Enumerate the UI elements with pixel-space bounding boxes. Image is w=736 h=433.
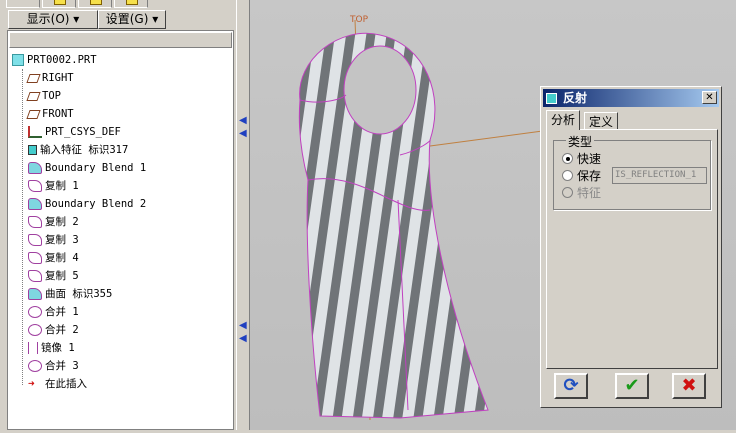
cancel-button[interactable]: ✖ [672,373,706,399]
tree-item-label: 复制 1 [45,180,79,192]
tree-item[interactable]: 复制 4 [28,249,79,267]
tree-item-label: 复制 5 [45,270,79,282]
tree-item[interactable]: 合并 1 [28,303,79,321]
tree-item-label: RIGHT [42,72,74,84]
tree-item-label: 镜像 1 [41,342,75,354]
tree-item[interactable]: TOP [26,87,61,105]
name-field: IS_REFLECTION_1 [612,167,707,184]
tree-item-label: FRONT [42,108,74,120]
tree-item[interactable]: 合并 3 [28,357,79,375]
radio-quick[interactable]: 快速 [562,151,601,167]
import-feature-icon [28,145,37,155]
tab-favorites[interactable] [78,0,112,8]
tree-item[interactable]: 复制 3 [28,231,79,249]
merge-icon [28,324,42,336]
tree-item[interactable]: 复制 1 [28,177,79,195]
tree-item-label: 输入特征 标识317 [40,144,129,156]
tree-item-label: 合并 1 [45,306,79,318]
tree-root-label: PRT0002.PRT [27,54,97,66]
copy-icon [28,252,42,264]
tree-item-label: Boundary Blend 2 [45,198,147,210]
panel-splitter[interactable]: ◀ ◀ ◀ ◀ [236,0,250,430]
tree-item-label: Boundary Blend 1 [45,162,147,174]
tree-item-label: 复制 3 [45,234,79,246]
close-button[interactable]: ✕ [702,91,717,104]
boundary-blend-icon [28,162,42,174]
tab-analysis[interactable]: 分析 [546,110,581,130]
tree-item-label: 合并 2 [45,324,79,336]
analysis-panel: 类型 快速 保存 特征 IS_REFLECTION_1 [546,129,718,369]
tree-item[interactable]: PRT_CSYS_DEF [28,123,121,141]
dialog-icon [546,93,557,104]
tree-item-label: 复制 2 [45,216,79,228]
tab-definition[interactable]: 定义 [584,112,619,130]
merge-icon [28,306,42,318]
tree-item[interactable]: Boundary Blend 1 [28,159,146,177]
tree-item[interactable]: 合并 2 [28,321,79,339]
collapse-left-icon[interactable]: ◀ [239,115,247,126]
folder-icon [54,0,66,5]
tree-item-label: 合并 3 [45,360,79,372]
model-tree-panel: 显示(O) ▾ 设置(G) ▾ PRT0002.PRT RIGHT TOP FRON… [0,0,236,430]
radio-save[interactable]: 保存 [562,168,601,184]
dialog-title: 反射 [563,91,588,105]
settings-menu-button[interactable]: 设置(G) ▾ [98,10,166,29]
type-group-label: 类型 [566,133,595,150]
insert-here-arrow-icon: ➜ [28,377,35,390]
tree-item[interactable]: 曲面 标识355 [28,285,112,303]
tab-folder[interactable] [42,0,76,8]
tree-item-label: TOP [42,90,61,102]
tree-root[interactable]: PRT0002.PRT [12,51,97,69]
tree-item-label: 在此插入 [45,378,87,390]
tree-item-label: PRT_CSYS_DEF [45,126,121,138]
copy-icon [28,270,42,282]
folder-edit-icon [126,0,138,5]
dialog-titlebar: 反射 ✕ [543,89,719,107]
copy-icon [28,216,42,228]
boundary-blend-icon [28,198,42,210]
tree-item[interactable]: FRONT [26,105,74,123]
tab-model-tree[interactable] [6,0,40,8]
tree-item[interactable]: RIGHT [26,69,74,87]
tree-item[interactable]: ➜ 在此插入 [28,375,87,393]
reflection-dialog: 反射 ✕ 分析 定义 类型 快速 保存 特征 IS_REFLECTION_1 ⟳ … [540,86,722,408]
tree-item-label: 曲面 标识355 [45,288,113,300]
collapse-left-icon[interactable]: ◀ [239,128,247,139]
datum-plane-icon [26,109,41,119]
tree-item[interactable]: 输入特征 标识317 [28,141,128,159]
surface-icon [28,288,42,300]
copy-icon [28,180,42,192]
datum-plane-icon [26,73,41,83]
csys-icon [28,126,42,138]
show-menu-button[interactable]: 显示(O) ▾ [8,10,98,29]
merge-icon [28,360,42,372]
datum-top-label: TOP [349,15,369,25]
collapse-left-icon[interactable]: ◀ [239,320,247,331]
part-icon [12,54,24,66]
model-tree: PRT0002.PRT RIGHT TOP FRONT PRT_CSYS_DEF 输入特… [7,30,234,430]
tree-column-header [9,32,232,48]
collapse-left-icon[interactable]: ◀ [239,333,247,344]
tree-item[interactable]: 复制 5 [28,267,79,285]
tube-opening [343,45,417,135]
tab-connections[interactable] [114,0,148,8]
folder-icon [90,0,102,5]
tree-item[interactable]: 复制 2 [28,213,79,231]
copy-icon [28,234,42,246]
tree-item-label: 复制 4 [45,252,79,264]
repeat-button[interactable]: ⟳ [554,373,588,399]
type-group: 类型 快速 保存 特征 IS_REFLECTION_1 [553,133,711,210]
datum-plane-icon [26,91,41,101]
tree-item[interactable]: 镜像 1 [28,339,75,357]
ok-button[interactable]: ✔ [615,373,649,399]
tree-item[interactable]: Boundary Blend 2 [28,195,146,213]
mirror-icon [28,342,38,354]
tree-connector [22,69,23,385]
radio-feature: 特征 [562,185,601,201]
